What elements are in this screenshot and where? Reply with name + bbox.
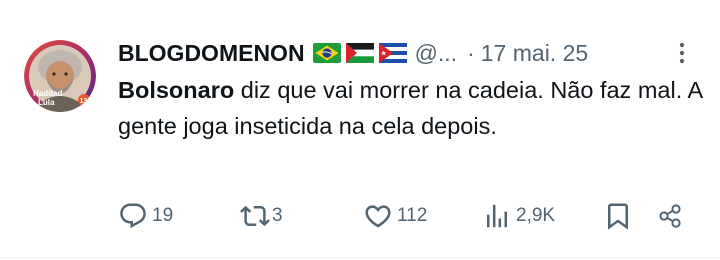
author-handle[interactable]: @... bbox=[415, 40, 458, 67]
tweet-actions-bar: 19 3 112 2,9K bbox=[0, 200, 720, 232]
share-button[interactable] bbox=[655, 200, 685, 232]
like-button[interactable]: 112 bbox=[363, 200, 427, 232]
more-options-button[interactable] bbox=[668, 38, 696, 68]
more-vertical-icon bbox=[679, 42, 685, 64]
avatar-badge: 13 bbox=[80, 98, 88, 105]
repost-button[interactable]: 3 bbox=[240, 200, 283, 232]
flag-emojis bbox=[312, 43, 407, 63]
author-name[interactable]: BLOGDOMENON bbox=[118, 40, 305, 67]
reply-count: 19 bbox=[152, 205, 174, 226]
heart-icon bbox=[365, 205, 391, 228]
tweet-text-mention[interactable]: Bolsonaro bbox=[118, 77, 234, 103]
bookmark-button[interactable] bbox=[603, 200, 633, 232]
tweet-card[interactable]: Haddad Lula 13 BLOGDOMENON @... · 17 mai… bbox=[0, 0, 720, 258]
views-count: 2,9K bbox=[516, 205, 556, 226]
reply-icon bbox=[120, 203, 146, 229]
bookmark-icon bbox=[608, 203, 628, 230]
avatar-image: Haddad Lula 13 bbox=[24, 40, 96, 112]
separator-dot: · bbox=[467, 39, 475, 66]
analytics-icon bbox=[487, 204, 507, 228]
share-icon bbox=[659, 204, 681, 228]
tweet-header: BLOGDOMENON @... · 17 mai. 25 bbox=[118, 36, 588, 70]
tweet-text: Bolsonaro diz que vai morrer na cadeia. … bbox=[118, 72, 703, 144]
cuba-flag-icon bbox=[378, 43, 407, 63]
repost-count: 3 bbox=[272, 205, 283, 226]
views-button[interactable]: 2,9K bbox=[482, 200, 555, 232]
avatar-caption-line2: Lula bbox=[38, 98, 55, 107]
avatar-caption-line1: Haddad bbox=[33, 89, 62, 98]
avatar[interactable]: Haddad Lula 13 bbox=[24, 40, 96, 112]
brazil-flag-icon bbox=[312, 43, 341, 63]
like-count: 112 bbox=[397, 205, 428, 226]
reply-button[interactable]: 19 bbox=[118, 200, 173, 232]
repost-icon bbox=[240, 205, 270, 227]
palestine-flag-icon bbox=[345, 43, 374, 63]
tweet-timestamp[interactable]: 17 mai. 25 bbox=[481, 40, 588, 67]
